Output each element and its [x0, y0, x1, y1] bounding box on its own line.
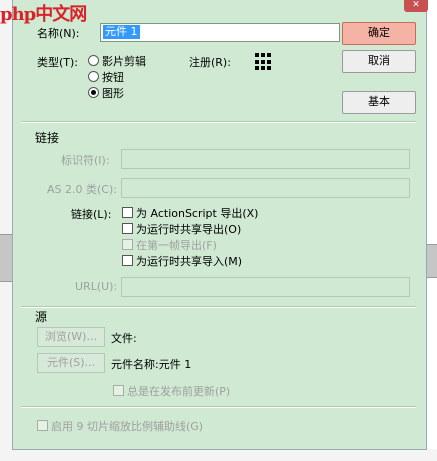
radio-graphic[interactable]	[88, 87, 99, 98]
url-field	[121, 277, 410, 297]
url-label: URL(U):	[75, 280, 118, 293]
linkage-divider-top	[21, 121, 416, 123]
symbol-button: 元件(S)...	[37, 353, 105, 373]
symbol-name-label: 元件名称:元件 1	[111, 358, 192, 371]
import-runtime-sharing-label: 为运行时共享导入(M)	[136, 255, 243, 268]
name-input-value: 元件 1	[103, 25, 140, 39]
enable-9slice-checkbox	[37, 420, 48, 431]
source-divider-top	[21, 306, 416, 308]
export-actionscript-checkbox[interactable]	[122, 207, 133, 218]
backdrop-handle	[0, 234, 12, 282]
close-icon: ✕	[412, 0, 420, 10]
always-update-checkbox	[113, 385, 124, 396]
export-runtime-sharing-label: 为运行时共享导出(O)	[136, 223, 242, 236]
always-update-label: 总是在发布前更新(P)	[127, 385, 231, 398]
browse-button: 浏览(W)...	[37, 327, 105, 347]
backdrop-handle-right	[426, 244, 437, 278]
radio-movieclip[interactable]	[88, 55, 99, 66]
backdrop-bottom-panel	[0, 449, 437, 461]
watermark-logo: php中文网	[0, 4, 87, 25]
registration-grid-icon[interactable]	[255, 53, 273, 71]
radio-button[interactable]	[88, 71, 99, 82]
name-input[interactable]: 元件 1	[100, 23, 340, 42]
cancel-button[interactable]: 取消	[342, 50, 416, 73]
radio-button-label: 按钮	[102, 71, 124, 84]
export-runtime-sharing-checkbox[interactable]	[122, 223, 133, 234]
export-first-frame-checkbox	[122, 239, 133, 250]
close-button[interactable]: ✕	[404, 0, 428, 12]
export-first-frame-label: 在第一帧导出(F)	[136, 239, 217, 252]
type-label: 类型(T):	[37, 56, 79, 69]
name-label: 名称(N):	[37, 27, 80, 40]
basic-button[interactable]: 基本	[342, 91, 416, 114]
linkage-title: 链接	[35, 131, 60, 145]
export-actionscript-label: 为 ActionScript 导出(X)	[136, 207, 259, 220]
source-title: 源	[35, 310, 48, 324]
file-label: 文件:	[111, 332, 137, 345]
as20-class-field	[121, 178, 410, 198]
identifier-label: 标识符(I):	[61, 154, 110, 167]
as20-class-label: AS 2.0 类(C):	[47, 183, 117, 196]
source-divider-bottom	[21, 406, 416, 408]
ok-button[interactable]: 确定	[342, 22, 416, 45]
radio-movieclip-label: 影片剪辑	[102, 55, 146, 68]
import-runtime-sharing-checkbox[interactable]	[122, 255, 133, 266]
linkage-label: 链接(L):	[71, 208, 112, 221]
identifier-field	[121, 149, 410, 169]
radio-graphic-label: 图形	[102, 87, 124, 100]
symbol-properties-dialog: ✕ 名称(N): 元件 1 类型(T): 影片剪辑 按钮 图形 注册(R): 确…	[12, 0, 428, 450]
registration-label: 注册(R):	[189, 56, 231, 69]
enable-9slice-label: 启用 9 切片缩放比例辅助线(G)	[51, 420, 204, 433]
